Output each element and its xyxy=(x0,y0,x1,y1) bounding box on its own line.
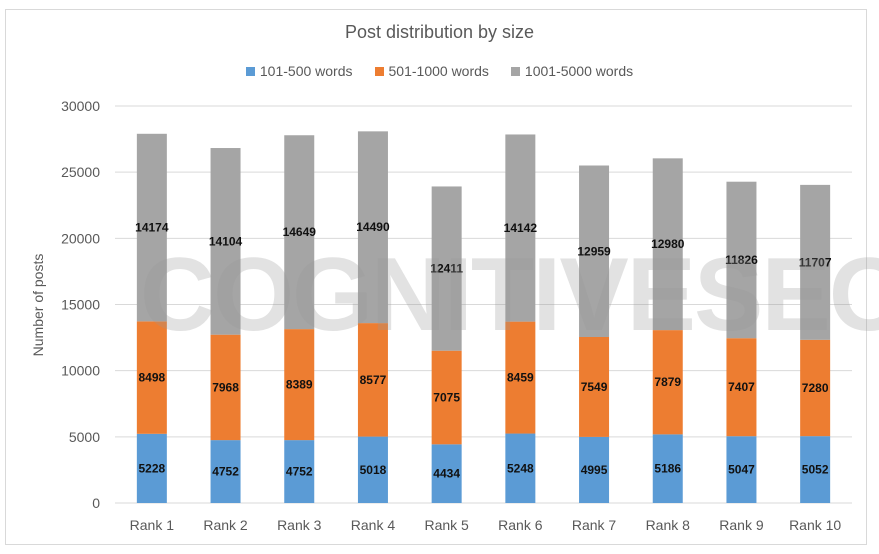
data-label: 8459 xyxy=(507,371,534,385)
x-tick-label: Rank 1 xyxy=(130,517,175,533)
y-axis-label: Number of posts xyxy=(30,254,46,357)
x-tick-label: Rank 3 xyxy=(277,517,322,533)
data-label: 4434 xyxy=(433,467,460,481)
data-label: 4752 xyxy=(212,465,239,479)
y-tick-label: 30000 xyxy=(61,98,100,114)
x-tick-label: Rank 7 xyxy=(572,517,617,533)
y-tick-label: 0 xyxy=(92,495,100,511)
data-label: 12980 xyxy=(651,237,685,251)
data-label: 5018 xyxy=(360,463,387,477)
y-tick-label: 10000 xyxy=(61,363,100,379)
data-label: 8498 xyxy=(138,371,165,385)
y-tick-label: 15000 xyxy=(61,297,100,313)
data-label: 7075 xyxy=(433,391,460,405)
x-tick-label: Rank 8 xyxy=(646,517,691,533)
data-label: 8577 xyxy=(360,373,387,387)
x-tick-label: Rank 9 xyxy=(719,517,764,533)
data-label: 14649 xyxy=(283,225,317,239)
x-tick-label: Rank 5 xyxy=(424,517,469,533)
data-label: 5052 xyxy=(802,463,829,477)
x-tick-label: Rank 2 xyxy=(203,517,248,533)
x-tick-label: Rank 6 xyxy=(498,517,543,533)
x-tick-label: Rank 10 xyxy=(789,517,841,533)
data-label: 8389 xyxy=(286,378,313,392)
data-label: 5228 xyxy=(138,461,165,475)
data-label: 7968 xyxy=(212,380,239,394)
data-label: 14174 xyxy=(135,221,169,235)
data-label: 12411 xyxy=(430,262,463,276)
y-tick-label: 5000 xyxy=(69,429,100,445)
data-label: 14104 xyxy=(209,234,243,248)
data-label: 5248 xyxy=(507,461,534,475)
data-label: 11707 xyxy=(799,255,832,269)
data-label: 14142 xyxy=(504,221,538,235)
data-label: 11826 xyxy=(725,253,758,267)
data-label: 14490 xyxy=(356,220,390,234)
data-label: 7280 xyxy=(802,381,829,395)
data-label: 5047 xyxy=(728,463,755,477)
x-tick-label: Rank 4 xyxy=(351,517,396,533)
data-label: 4995 xyxy=(581,463,608,477)
data-label: 4752 xyxy=(286,465,313,479)
data-label: 7407 xyxy=(728,380,755,394)
y-tick-label: 20000 xyxy=(61,230,100,246)
data-label: 7879 xyxy=(654,375,681,389)
data-label: 5186 xyxy=(654,462,681,476)
data-label: 7549 xyxy=(581,380,608,394)
y-tick-label: 25000 xyxy=(61,164,100,180)
chart-plot: 0 5000 10000 15000 20000 25000 30000 Number of … xyxy=(30,98,852,533)
data-label: 12959 xyxy=(577,244,611,258)
